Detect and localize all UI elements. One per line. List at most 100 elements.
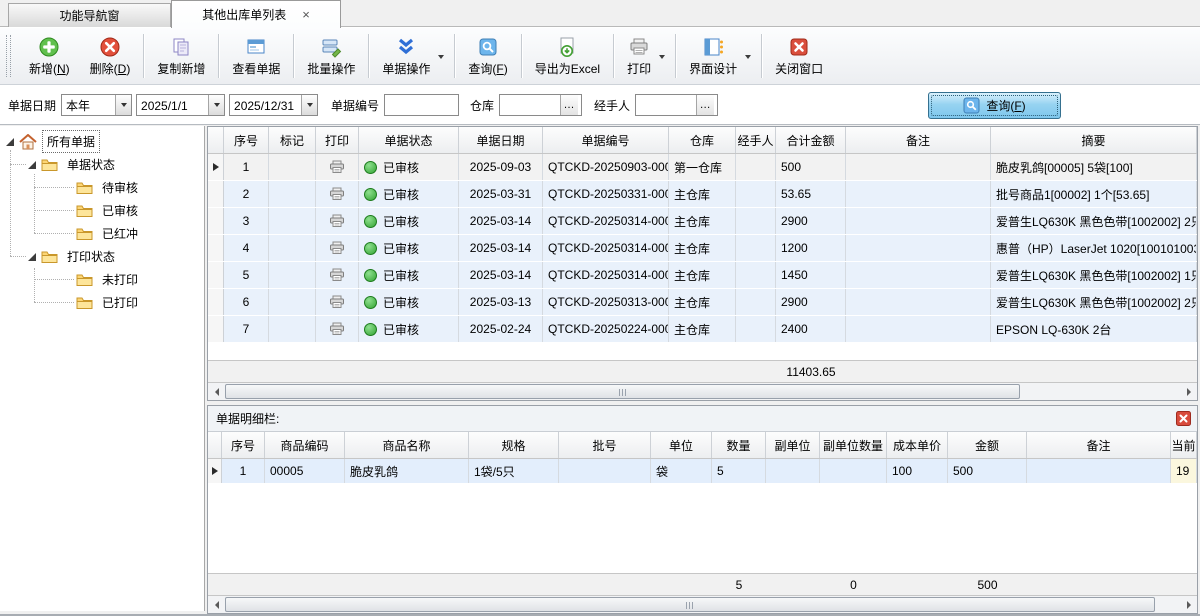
status-badge: 已审核	[359, 262, 459, 288]
toolbar-button-excel[interactable]: 导出为Excel	[525, 31, 610, 81]
tree-expander-icon[interactable]	[28, 161, 36, 169]
date-range-value: 本年	[62, 95, 115, 115]
column-header[interactable]: 备注	[1027, 432, 1171, 458]
table-row[interactable]: 5已审核2025-03-14QTCKD-20250314-000主仓库1450爱…	[208, 262, 1197, 289]
tree-item[interactable]: 已审核	[0, 199, 204, 222]
toolbar-button-print[interactable]: 打印	[617, 31, 672, 81]
cell-summary: EPSON LQ-630K 2台	[991, 316, 1197, 342]
table-row[interactable]: 4已审核2025-03-14QTCKD-20250314-000主仓库1200惠…	[208, 235, 1197, 262]
toolbar-button-doc-actions[interactable]: 单据操作	[372, 31, 451, 81]
cell-code: 00005	[265, 459, 345, 483]
scroll-right-arrow-icon[interactable]	[1180, 596, 1197, 613]
green-dot-icon	[364, 242, 377, 255]
column-header[interactable]: 序号	[224, 127, 269, 153]
tree-item[interactable]: 待审核	[0, 176, 204, 199]
column-header[interactable]: 商品名称	[345, 432, 469, 458]
column-header[interactable]: 序号	[222, 432, 265, 458]
column-header[interactable]: 金额	[948, 432, 1027, 458]
query-button[interactable]: 查询(F)	[928, 92, 1061, 119]
search-icon	[477, 36, 499, 59]
tree-expander-icon[interactable]	[6, 138, 14, 146]
toolbar-button-design[interactable]: 界面设计	[679, 31, 758, 81]
tree-item[interactable]: 已红冲	[0, 222, 204, 245]
toolbar-button-view-doc[interactable]: 查看单据	[222, 31, 290, 81]
scrollbar-thumb[interactable]	[225, 597, 1155, 612]
chevron-down-icon[interactable]	[208, 95, 224, 115]
column-header[interactable]: 数量	[712, 432, 766, 458]
cell-seq: 1	[224, 154, 269, 180]
table-row[interactable]: 2已审核2025-03-31QTCKD-20250331-000主仓库53.65…	[208, 181, 1197, 208]
column-header[interactable]: 成本单价	[887, 432, 948, 458]
toolbar-button-close-window[interactable]: 关闭窗口	[765, 31, 833, 81]
warehouse-lookup: …	[499, 94, 582, 116]
ellipsis-icon[interactable]: …	[696, 95, 714, 115]
date-to-select[interactable]: 2025/12/31	[229, 94, 318, 116]
toolbar-button-label: 批量操作	[307, 60, 355, 77]
tree-item[interactable]: 单据状态	[0, 153, 204, 176]
scroll-left-arrow-icon[interactable]	[208, 596, 225, 613]
close-icon[interactable]: ×	[302, 8, 310, 21]
chevron-down-icon[interactable]	[115, 95, 131, 115]
column-header[interactable]: 商品编码	[265, 432, 345, 458]
column-header[interactable]: 单位	[651, 432, 712, 458]
column-header[interactable]: 副单位	[766, 432, 820, 458]
handler-input[interactable]	[636, 95, 696, 115]
tree-item-label: 已审核	[98, 200, 142, 221]
toolbar-button-batch[interactable]: 批量操作	[297, 31, 365, 81]
toolbar-grip-handle[interactable]	[6, 35, 11, 77]
toolbar-button-delete[interactable]: 删除(D)	[80, 31, 141, 81]
chevron-down-icon[interactable]	[438, 55, 444, 59]
detail-table-row[interactable]: 100005脆皮乳鸽1袋/5只袋510050019	[208, 459, 1197, 484]
table-row[interactable]: 7已审核2025-02-24QTCKD-20250224-000主仓库2400E…	[208, 316, 1197, 343]
tree-item[interactable]: 未打印	[0, 268, 204, 291]
tree-item-label: 已红冲	[98, 223, 142, 244]
column-header[interactable]: 单据日期	[459, 127, 543, 153]
table-row[interactable]: 3已审核2025-03-14QTCKD-20250314-000主仓库2900爱…	[208, 208, 1197, 235]
tree-item[interactable]: 已打印	[0, 291, 204, 314]
folder-icon	[41, 158, 58, 172]
tab-function-nav[interactable]: 功能导航窗	[8, 3, 171, 27]
bill-no-input[interactable]	[384, 94, 459, 116]
chevron-down-icon[interactable]	[301, 95, 317, 115]
column-header[interactable]: 经手人	[736, 127, 776, 153]
column-header[interactable]: 仓库	[669, 127, 736, 153]
tree-item[interactable]: 所有单据	[0, 130, 204, 153]
column-header[interactable]: 备注	[846, 127, 991, 153]
toolbar-button-search[interactable]: 查询(F)	[458, 31, 517, 81]
column-header[interactable]: 单据编号	[543, 127, 669, 153]
date-from-select[interactable]: 2025/1/1	[136, 94, 225, 116]
tree-expander-icon[interactable]	[28, 253, 36, 261]
close-icon[interactable]	[1176, 411, 1191, 426]
row-indicator	[208, 208, 224, 234]
horizontal-scrollbar[interactable]	[208, 596, 1197, 613]
table-row[interactable]: 6已审核2025-03-13QTCKD-20250313-000主仓库2900爱…	[208, 289, 1197, 316]
toolbar-button-copy[interactable]: 复制新增	[147, 31, 215, 81]
column-header[interactable]: 标记	[269, 127, 316, 153]
scrollbar-track[interactable]	[225, 383, 1180, 400]
chevron-down-icon[interactable]	[659, 55, 665, 59]
toolbar-button-add[interactable]: 新增(N)	[19, 31, 80, 81]
ellipsis-icon[interactable]: …	[560, 95, 578, 115]
warehouse-input[interactable]	[500, 95, 560, 115]
column-header[interactable]: 合计金额	[776, 127, 846, 153]
column-header[interactable]: 单据状态	[359, 127, 459, 153]
tree-item[interactable]: 打印状态	[0, 245, 204, 268]
scrollbar-thumb[interactable]	[225, 384, 1020, 399]
horizontal-scrollbar[interactable]	[208, 383, 1197, 400]
cell-warehouse: 第一仓库	[669, 154, 736, 180]
cell-remark	[846, 289, 991, 315]
tab-other-outbound-list[interactable]: 其他出库单列表 ×	[171, 0, 341, 28]
column-header[interactable]: 摘要	[991, 127, 1197, 153]
column-header[interactable]: 规格	[469, 432, 559, 458]
scroll-right-arrow-icon[interactable]	[1180, 383, 1197, 400]
chevron-down-icon[interactable]	[745, 55, 751, 59]
column-header[interactable]: 当前	[1171, 432, 1197, 458]
table-row[interactable]: 1已审核2025-09-03QTCKD-20250903-000第一仓库500脆…	[208, 154, 1197, 181]
date-range-select[interactable]: 本年	[61, 94, 132, 116]
column-header[interactable]: 打印	[316, 127, 359, 153]
scrollbar-track[interactable]	[225, 596, 1180, 613]
column-header[interactable]: 副单位数量	[820, 432, 887, 458]
column-header[interactable]: 批号	[559, 432, 651, 458]
scroll-left-arrow-icon[interactable]	[208, 383, 225, 400]
cell-summary: 批号商品1[00002] 1个[53.65]	[991, 181, 1197, 207]
